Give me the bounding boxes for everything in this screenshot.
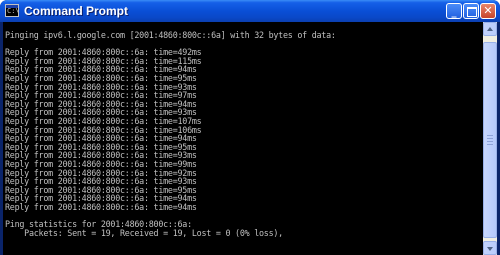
cmd-icon-glyph: C:\ bbox=[7, 7, 20, 15]
thumb-grip-line bbox=[487, 138, 493, 139]
console-area[interactable]: Pinging ipv6.l.google.com [2001:4860:800… bbox=[3, 22, 497, 255]
vertical-scrollbar[interactable] bbox=[483, 22, 497, 255]
close-button[interactable]: ✕ bbox=[480, 3, 496, 19]
maximize-icon bbox=[467, 7, 477, 17]
console-line: Pinging ipv6.l.google.com [2001:4860:800… bbox=[5, 30, 336, 40]
console-output[interactable]: Pinging ipv6.l.google.com [2001:4860:800… bbox=[3, 22, 479, 255]
command-prompt-window: C:\ Command Prompt _ ✕ Pinging ipv6.l.go… bbox=[0, 0, 500, 255]
cmd-icon[interactable]: C:\ bbox=[5, 4, 20, 17]
scroll-down-button[interactable] bbox=[483, 241, 497, 255]
maximize-button[interactable] bbox=[463, 3, 479, 19]
minimize-button[interactable]: _ bbox=[446, 3, 462, 19]
scroll-down-arrow-icon bbox=[487, 247, 493, 251]
scrollbar-thumb[interactable] bbox=[483, 42, 497, 238]
title-bar[interactable]: C:\ Command Prompt _ ✕ bbox=[0, 0, 500, 22]
thumb-grip-line bbox=[487, 135, 493, 136]
thumb-grip-line bbox=[487, 144, 493, 145]
window-title: Command Prompt bbox=[24, 4, 129, 18]
scroll-up-button[interactable] bbox=[483, 22, 497, 36]
console-line: Reply from 2001:4860:800c::6a: time=94ms bbox=[5, 201, 197, 212]
scroll-up-arrow-icon bbox=[487, 27, 493, 31]
console-line: Packets: Sent = 19, Received = 19, Lost … bbox=[5, 227, 283, 238]
thumb-grip-line bbox=[487, 141, 493, 142]
